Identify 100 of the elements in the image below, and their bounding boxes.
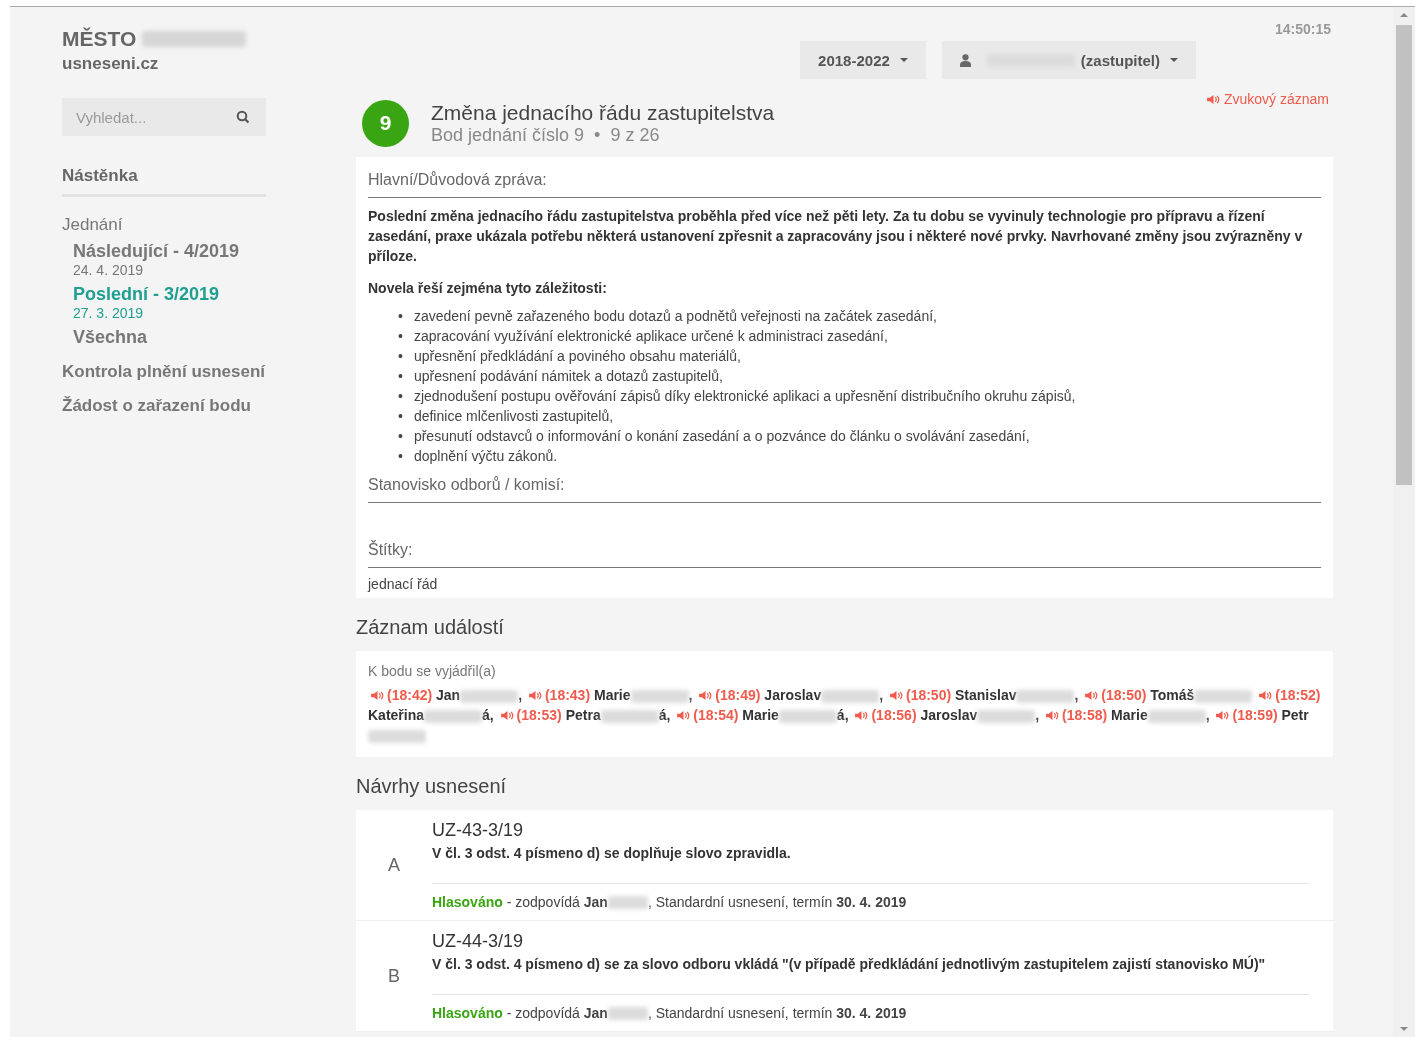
section-title: Záznam událostí: [356, 616, 505, 639]
nav-link[interactable]: Nástěnka: [62, 166, 266, 197]
term-dropdown[interactable]: 2018-2022: [800, 41, 926, 79]
item-title: Změna jednacího řádu zastupitelstva: [431, 100, 775, 125]
name-ending: á,: [658, 707, 671, 723]
scroll-up-icon[interactable]: [1400, 13, 1408, 17]
speaker-name: Marie: [742, 707, 779, 723]
speaker-name: Petr: [1281, 707, 1309, 723]
blurred-name: [778, 709, 837, 723]
speaker-name: Stanislav: [955, 687, 1017, 703]
list-item: definice mlčenlivosti zastupitelů,: [413, 407, 614, 426]
speaker-icon[interactable]: [677, 710, 691, 721]
speaker-icon[interactable]: [528, 690, 542, 701]
proposal-code[interactable]: UZ-43-3/19: [432, 820, 1309, 841]
event-time[interactable]: (18:56): [871, 707, 917, 723]
speaker-name: Petra: [565, 707, 601, 723]
speaker-icon[interactable]: [699, 690, 713, 701]
bullet-marker: •: [398, 427, 403, 446]
blurred-name: [424, 709, 483, 723]
events-label: K bodu se vyjádřil(a): [368, 663, 497, 679]
event-time[interactable]: (18:59): [1232, 707, 1278, 723]
nav-link[interactable]: Všechna: [73, 327, 266, 348]
blurred-name: [821, 689, 880, 703]
list-item: zapracování využívání elektronické aplikace určené k administraci zasedání,: [413, 327, 888, 346]
search-field[interactable]: Vyhledat...: [62, 98, 266, 136]
section-title: Návrhy usnesení: [356, 775, 508, 798]
speaker-icon[interactable]: [500, 710, 514, 721]
bullet-marker: •: [398, 347, 403, 366]
status-label: Hlasováno: [432, 894, 503, 910]
nav-link[interactable]: Následující - 4/2019: [73, 241, 266, 262]
speaker-name: Kateřina: [368, 707, 425, 723]
speaker-name: Jan: [436, 687, 461, 703]
blurred-name: [1194, 689, 1253, 703]
event-time[interactable]: (18:49): [715, 687, 761, 703]
name-ending: ,: [1074, 687, 1079, 703]
scroll-down-icon[interactable]: [1400, 1027, 1408, 1031]
name-ending: á,: [482, 707, 494, 723]
event-time[interactable]: (18:58): [1062, 707, 1108, 723]
blurred-name: [607, 895, 648, 909]
blurred-name: [607, 1006, 648, 1020]
event-time[interactable]: (18:50): [1101, 687, 1147, 703]
speaker-icon: [1206, 93, 1220, 105]
event-time[interactable]: (18:43): [544, 687, 591, 703]
list-item: upřesnení podávání námitek a dotazů zastupitelů,: [413, 367, 723, 386]
status-label: Hlasováno: [432, 1005, 503, 1021]
audio-link[interactable]: Zvukový záznam: [1206, 91, 1329, 107]
meeting-date: 27. 3. 2019: [73, 305, 145, 321]
event-time[interactable]: (18:54): [693, 707, 739, 723]
proposal-text: V čl. 3 odst. 4 písmeno d) se doplňuje slovo zpravidla.: [432, 845, 1309, 884]
speaker-name: Jaroslav: [764, 687, 822, 703]
nav-link[interactable]: Poslední - 3/2019: [73, 284, 266, 305]
blurred-name: [1147, 709, 1206, 723]
bullet-marker: •: [398, 367, 403, 386]
item-subtitle: Bod jednání číslo 9: [431, 124, 585, 146]
scrollbar-thumb[interactable]: [1396, 25, 1412, 485]
section-heading: Štítky:: [368, 541, 1321, 568]
name-ending: ,: [1035, 707, 1040, 723]
speaker-icon[interactable]: [889, 690, 903, 701]
bullet-separator: •: [594, 124, 601, 146]
name-ending: ,: [518, 687, 523, 703]
event-time[interactable]: (18:52): [1275, 687, 1321, 703]
resolution-details: , Standardní usnesení, termín 30. 4. 2019: [647, 894, 907, 910]
brand-title: MĚSTO: [62, 27, 137, 51]
speaker-icon[interactable]: [855, 710, 869, 721]
list-item: zjednodušení postupu ověřování zápisů díky elektronické aplikaci a upřesnění distribučního okruhu zápisů,: [413, 387, 1076, 406]
nav-section[interactable]: Jednání: [62, 215, 266, 235]
responsible-text: - zodpovídá Jan: [505, 1005, 608, 1021]
speaker-icon[interactable]: [1085, 690, 1099, 701]
bullet-marker: •: [398, 387, 403, 406]
blurred-name: [630, 689, 689, 703]
event-time[interactable]: (18:50): [905, 687, 952, 703]
search-icon[interactable]: [236, 110, 250, 124]
speaker-name: Tomáš: [1150, 687, 1195, 703]
name-ending: ,: [879, 687, 884, 703]
tag-label[interactable]: jednací řád: [368, 576, 1321, 592]
proposal-text: V čl. 3 odst. 4 písmeno d) se za slovo odboru vkládá "(v případě předkládání jednotlivým zastupitelem zajistí stanovisko MÚ)": [432, 956, 1309, 995]
speaker-icon[interactable]: [1216, 710, 1230, 721]
bullet-marker: •: [398, 447, 403, 466]
bullet-marker: •: [398, 327, 403, 346]
speaker-icon[interactable]: [1046, 710, 1060, 721]
event-time[interactable]: (18:53): [516, 707, 562, 723]
responsible-text: - zodpovídá Jan: [505, 894, 608, 910]
user-dropdown[interactable]: (zastupitel): [941, 41, 1196, 79]
proposal-code[interactable]: UZ-44-3/19: [432, 931, 1309, 952]
item-number-badge: 9: [362, 99, 409, 147]
list-item: doplnění výčtu zákonů.: [413, 447, 558, 466]
event-time[interactable]: (18:42): [387, 687, 433, 703]
speaker-name: Marie: [1111, 707, 1148, 723]
caret-icon: [899, 58, 908, 62]
speaker-icon[interactable]: [1259, 690, 1273, 701]
blurred-name: [368, 729, 426, 743]
nav-link[interactable]: Kontrola plnění usnesení: [62, 362, 266, 382]
report-paragraph: Poslední změna jednacího řádu zastupitelstva proběhla před více než pěti lety. Za tu dobu se vyvinuly technologie pro přípravu a řízení zasedání, praxe ukázala potřebu některá ustanovení zpřesnit a zapracovány jsou i některé nové prvky. Navrhované změny jsou zvýrazněny v příloze.: [368, 207, 1304, 266]
blurred-name: [460, 689, 519, 703]
speaker-icon[interactable]: [371, 690, 384, 701]
list-item: přesunutí odstavců o informování o konání zasedání a o pozvánce do článku o svolávání zasedání,: [413, 427, 1030, 446]
item-position: 9 z 26: [610, 124, 660, 146]
site-name: usneseni.cz: [62, 54, 160, 74]
nav-link[interactable]: Žádost o zařazení bodu: [62, 396, 266, 416]
name-ending: ,: [1205, 707, 1210, 723]
